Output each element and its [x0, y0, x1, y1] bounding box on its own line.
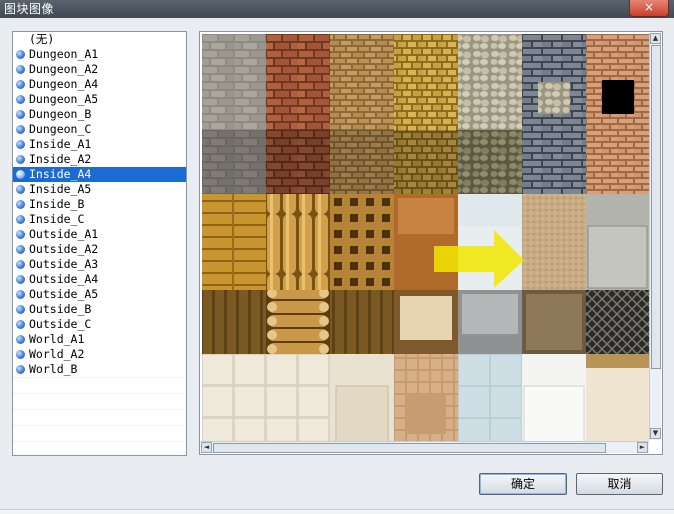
tileset-bullet-icon — [16, 65, 25, 74]
list-item-label: Dungeon_A4 — [29, 77, 99, 91]
list-item[interactable]: Inside_B — [13, 197, 186, 212]
tileset-image-dialog: 图块图像 × (无) Dungeon_A1 Dungeon_A2 Dungeon_A… — [0, 0, 674, 514]
list-item[interactable]: Inside_C — [13, 212, 186, 227]
list-item[interactable]: Outside_C — [13, 317, 186, 332]
list-item[interactable]: Outside_A4 — [13, 272, 186, 287]
list-item-label: Inside_A4 — [29, 167, 92, 181]
list-item-label: Inside_A1 — [29, 137, 92, 151]
list-item[interactable]: World_A2 — [13, 347, 186, 362]
scroll-up-button[interactable]: ▲ — [650, 33, 661, 44]
tileset-bullet-icon — [16, 245, 25, 254]
list-item-label: Outside_A1 — [29, 227, 99, 241]
list-item-label: Inside_A5 — [29, 182, 92, 196]
list-item[interactable]: Outside_A3 — [13, 257, 186, 272]
list-item-label: Dungeon_A1 — [29, 47, 99, 61]
list-item[interactable]: Inside_A2 — [13, 152, 186, 167]
list-item[interactable]: Outside_A2 — [13, 242, 186, 257]
horizontal-scrollbar[interactable]: ◄ ► — [201, 441, 649, 453]
tileset-bullet-icon — [16, 335, 25, 344]
list-item-label: Outside_A5 — [29, 287, 99, 301]
list-item-label: Inside_C — [29, 212, 85, 226]
list-item[interactable]: Dungeon_C — [13, 122, 186, 137]
list-item-label: Outside_A2 — [29, 242, 99, 256]
empty-row — [13, 377, 186, 393]
empty-row — [13, 393, 186, 409]
tileset-bullet-icon — [16, 110, 25, 119]
tileset-bullet-icon — [16, 155, 25, 164]
cancel-button[interactable]: 取消 — [576, 473, 663, 495]
list-item[interactable]: World_A1 — [13, 332, 186, 347]
tileset-bullet-icon — [16, 215, 25, 224]
tileset-list[interactable]: (无) Dungeon_A1 Dungeon_A2 Dungeon_A4 Dungeo… — [12, 31, 187, 456]
list-item-label: Outside_C — [29, 317, 92, 331]
list-item[interactable]: World_B — [13, 362, 186, 377]
scroll-down-button[interactable]: ▼ — [650, 428, 661, 439]
list-item-none[interactable]: (无) — [13, 32, 186, 47]
tile-graphics — [202, 34, 649, 442]
tileset-bullet-icon — [16, 50, 25, 59]
list-item-label: Inside_A2 — [29, 152, 92, 166]
list-item-label: Outside_A4 — [29, 272, 99, 286]
list-item[interactable]: Dungeon_A4 — [13, 77, 186, 92]
tileset-bullet-icon — [16, 230, 25, 239]
tileset-image — [202, 34, 649, 442]
tileset-bullet-icon — [16, 305, 25, 314]
list-item-label: World_B — [29, 362, 78, 376]
list-item-label: Outside_A3 — [29, 257, 99, 271]
list-item[interactable]: Dungeon_B — [13, 107, 186, 122]
empty-row — [13, 441, 186, 455]
tileset-bullet-icon — [16, 275, 25, 284]
tileset-bullet-icon — [16, 260, 25, 269]
list-item[interactable]: Outside_B — [13, 302, 186, 317]
list-item-label: Inside_B — [29, 197, 85, 211]
ok-button[interactable]: 确定 — [479, 473, 567, 495]
tileset-bullet-icon — [16, 350, 25, 359]
list-item[interactable]: Inside_A4 — [13, 167, 186, 182]
vertical-scrollbar[interactable]: ▲ ▼ — [649, 33, 661, 440]
window-bottom-edge — [0, 509, 674, 514]
list-item[interactable]: Dungeon_A2 — [13, 62, 186, 77]
list-item[interactable]: Outside_A5 — [13, 287, 186, 302]
tileset-bullet-icon — [16, 365, 25, 374]
tileset-bullet-icon — [16, 320, 25, 329]
tileset-bullet-icon — [16, 80, 25, 89]
list-item[interactable]: Dungeon_A1 — [13, 47, 186, 62]
empty-row — [13, 425, 186, 441]
list-item-label: Dungeon_C — [29, 122, 92, 136]
vertical-scroll-thumb[interactable] — [651, 45, 661, 369]
list-item[interactable]: Inside_A5 — [13, 182, 186, 197]
tileset-preview: ▲ ▼ ◄ ► — [199, 31, 663, 455]
scroll-left-button[interactable]: ◄ — [201, 442, 212, 453]
title-bar: 图块图像 × — [0, 0, 674, 18]
empty-row — [13, 409, 186, 425]
list-item-label: World_A2 — [29, 347, 85, 361]
list-item-label: Dungeon_A2 — [29, 62, 99, 76]
tileset-bullet-icon — [16, 95, 25, 104]
scroll-right-button[interactable]: ► — [637, 442, 648, 453]
list-item-label: Dungeon_A5 — [29, 92, 99, 106]
tileset-bullet-icon — [16, 125, 25, 134]
close-button[interactable]: × — [629, 0, 669, 17]
tileset-bullet-icon — [16, 290, 25, 299]
list-item-label: Dungeon_B — [29, 107, 92, 121]
list-item[interactable]: Inside_A1 — [13, 137, 186, 152]
tileset-bullet-icon — [16, 140, 25, 149]
list-item[interactable]: Dungeon_A5 — [13, 92, 186, 107]
list-item-label: Outside_B — [29, 302, 92, 316]
tileset-bullet-icon — [16, 200, 25, 209]
list-item-label: World_A1 — [29, 332, 85, 346]
horizontal-scroll-thumb[interactable] — [213, 443, 606, 453]
tileset-bullet-icon — [16, 185, 25, 194]
window-title: 图块图像 — [4, 2, 55, 16]
tileset-bullet-icon — [16, 170, 25, 179]
list-item[interactable]: Outside_A1 — [13, 227, 186, 242]
